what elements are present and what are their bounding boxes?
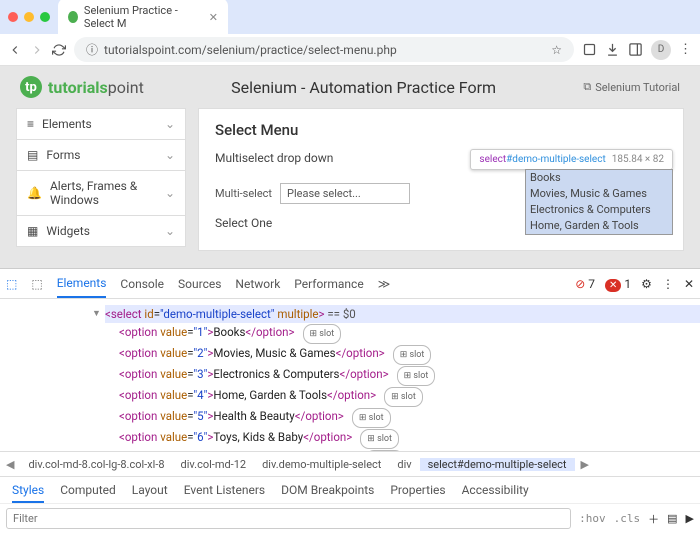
chevron-down-icon: ⌄ bbox=[165, 148, 175, 162]
tab-dom-breakpoints[interactable]: DOM Breakpoints bbox=[281, 483, 374, 497]
dom-option-node[interactable]: <option value="3">Electronics & Computer… bbox=[105, 365, 700, 386]
extensions-icon[interactable] bbox=[582, 42, 597, 57]
external-link-icon: ⧉ bbox=[583, 80, 591, 94]
more-tabs-icon[interactable]: ≫ bbox=[378, 277, 391, 291]
logo[interactable]: tp tutorialspoint bbox=[20, 76, 144, 98]
minimize-window-icon[interactable] bbox=[24, 12, 34, 22]
sidebar: ≡Elements⌄ ▤Forms⌄ 🔔Alerts, Frames & Win… bbox=[16, 108, 186, 251]
warning-count[interactable]: ✕ 1 bbox=[605, 277, 631, 291]
bell-icon: 🔔 bbox=[27, 186, 42, 200]
logo-icon: tp bbox=[20, 76, 42, 98]
breadcrumb[interactable]: ◀ div.col-md-8.col-lg-8.col-xl-8 div.col… bbox=[0, 451, 700, 477]
reload-icon[interactable] bbox=[52, 43, 66, 57]
chevron-down-icon: ⌄ bbox=[165, 186, 175, 200]
crumb[interactable]: div.col-md-8.col-lg-8.col-xl-8 bbox=[20, 458, 172, 471]
maximize-window-icon[interactable] bbox=[40, 12, 50, 22]
url-field[interactable]: ⓘ tutorialspoint.com/selenium/practice/s… bbox=[74, 37, 574, 62]
browser-tab[interactable]: Selenium Practice - Select M ✕ bbox=[58, 0, 228, 36]
styles-tabs: Styles Computed Layout Event Listeners D… bbox=[0, 477, 700, 504]
tab-sources[interactable]: Sources bbox=[178, 277, 221, 291]
close-tab-icon[interactable]: ✕ bbox=[209, 11, 218, 24]
selected-node[interactable]: <select id="demo-multiple-select" multip… bbox=[105, 305, 700, 323]
multiselect-box[interactable]: Books Movies, Music & Games Electronics … bbox=[525, 169, 673, 235]
sidebar-item-alerts[interactable]: 🔔Alerts, Frames & Windows⌄ bbox=[16, 170, 186, 216]
tab-event-listeners[interactable]: Event Listeners bbox=[184, 483, 265, 497]
sidebar-item-widgets[interactable]: ▦Widgets⌄ bbox=[16, 215, 186, 247]
crumb[interactable]: div.demo-multiple-select bbox=[254, 458, 389, 471]
sidebar-item-elements[interactable]: ≡Elements⌄ bbox=[16, 108, 186, 140]
page-title: Selenium - Automation Practice Form bbox=[231, 78, 496, 97]
dom-option-node[interactable]: <option value="4">Home, Garden & Tools</… bbox=[105, 386, 700, 407]
computed-panel-icon[interactable]: ▶ bbox=[686, 512, 694, 525]
dom-tree[interactable]: ▼ <select id="demo-multiple-select" mult… bbox=[0, 299, 700, 451]
sidebar-item-forms[interactable]: ▤Forms⌄ bbox=[16, 139, 186, 171]
list-item[interactable]: Movies, Music & Games bbox=[526, 186, 672, 202]
download-icon[interactable] bbox=[605, 42, 620, 57]
device-icon[interactable]: ⬚ bbox=[31, 277, 42, 291]
window-controls bbox=[8, 12, 50, 22]
new-style-icon[interactable]: ＋ bbox=[648, 511, 659, 527]
cls-toggle[interactable]: .cls bbox=[614, 512, 641, 525]
multi-select-label: Multi-select bbox=[215, 187, 272, 200]
address-bar: ⓘ tutorialspoint.com/selenium/practice/s… bbox=[0, 34, 700, 66]
favicon-icon bbox=[68, 11, 78, 23]
dom-option-node[interactable]: <option value="1">Books</option>slot bbox=[105, 323, 700, 344]
tab-console[interactable]: Console bbox=[120, 277, 164, 291]
profile-avatar[interactable]: D bbox=[651, 40, 671, 60]
page-header: tp tutorialspoint Selenium - Automation … bbox=[0, 66, 700, 108]
panel-icon[interactable]: ▤ bbox=[667, 512, 677, 525]
forward-icon[interactable] bbox=[30, 43, 44, 57]
tab-network[interactable]: Network bbox=[235, 277, 280, 291]
list-item[interactable]: Home, Garden & Tools bbox=[526, 218, 672, 234]
crumb[interactable]: div bbox=[389, 458, 419, 471]
url-text: tutorialspoint.com/selenium/practice/sel… bbox=[104, 43, 397, 57]
tab-accessibility[interactable]: Accessibility bbox=[462, 483, 529, 497]
crumb-left-icon[interactable]: ◀ bbox=[0, 458, 20, 471]
settings-icon[interactable]: ⚙ bbox=[641, 277, 652, 291]
close-window-icon[interactable] bbox=[8, 12, 18, 22]
main-panel: Select Menu Multiselect drop down Multi-… bbox=[198, 108, 684, 251]
back-icon[interactable] bbox=[8, 43, 22, 57]
browser-tab-bar: Selenium Practice - Select M ✕ bbox=[0, 0, 700, 34]
list-item[interactable]: Electronics & Computers bbox=[526, 202, 672, 218]
widgets-icon: ▦ bbox=[27, 224, 38, 238]
inspector-tooltip: select#demo-multiple-select185.84 × 82 bbox=[470, 149, 673, 170]
menu-icon[interactable]: ⋮ bbox=[679, 42, 692, 57]
dom-option-node[interactable]: <option value="2">Movies, Music & Games<… bbox=[105, 344, 700, 365]
panel-icon[interactable] bbox=[628, 42, 643, 57]
tab-properties[interactable]: Properties bbox=[390, 483, 445, 497]
error-count[interactable]: ⊘ 7 bbox=[575, 277, 595, 291]
devtools-tabs: ⬚ ⬚ Elements Console Sources Network Per… bbox=[0, 269, 700, 299]
crumb-active[interactable]: select#demo-multiple-select bbox=[420, 458, 575, 471]
crumb[interactable]: div.col-md-12 bbox=[173, 458, 255, 471]
tab-title: Selenium Practice - Select M bbox=[84, 4, 199, 30]
tab-elements[interactable]: Elements bbox=[57, 276, 107, 298]
crumb-right-icon[interactable]: ▶ bbox=[575, 458, 595, 471]
dom-option-node[interactable]: <option value="7">Clothing & Jewelry</op… bbox=[105, 449, 700, 451]
filter-input[interactable] bbox=[6, 508, 571, 529]
section-title: Select Menu bbox=[215, 121, 667, 139]
form-icon: ▤ bbox=[27, 148, 38, 162]
more-icon[interactable]: ⋮ bbox=[662, 277, 674, 291]
page-viewport: tp tutorialspoint Selenium - Automation … bbox=[0, 66, 700, 268]
list-icon: ≡ bbox=[27, 117, 34, 131]
dom-option-node[interactable]: <option value="6">Toys, Kids & Baby</opt… bbox=[105, 428, 700, 449]
site-info-icon[interactable]: ⓘ bbox=[86, 41, 98, 58]
chevron-down-icon: ⌄ bbox=[165, 224, 175, 238]
tutorial-link[interactable]: ⧉ Selenium Tutorial bbox=[583, 80, 680, 94]
chevron-down-icon: ⌄ bbox=[165, 117, 175, 131]
bookmark-icon[interactable]: ☆ bbox=[551, 43, 562, 57]
dom-option-node[interactable]: <option value="5">Health & Beauty</optio… bbox=[105, 407, 700, 428]
inspect-icon[interactable]: ⬚ bbox=[6, 277, 17, 291]
devtools-panel: ⬚ ⬚ Elements Console Sources Network Per… bbox=[0, 268, 700, 533]
list-item[interactable]: Books bbox=[526, 170, 672, 186]
tab-layout[interactable]: Layout bbox=[132, 483, 168, 497]
multi-select-input[interactable]: Please select... bbox=[280, 183, 410, 204]
hov-toggle[interactable]: :hov bbox=[579, 512, 606, 525]
tab-computed[interactable]: Computed bbox=[60, 483, 116, 497]
tab-performance[interactable]: Performance bbox=[294, 277, 363, 291]
tab-styles[interactable]: Styles bbox=[12, 483, 44, 503]
styles-filter-bar: :hov .cls ＋ ▤ ▶ bbox=[0, 504, 700, 533]
close-devtools-icon[interactable]: ✕ bbox=[684, 277, 694, 291]
